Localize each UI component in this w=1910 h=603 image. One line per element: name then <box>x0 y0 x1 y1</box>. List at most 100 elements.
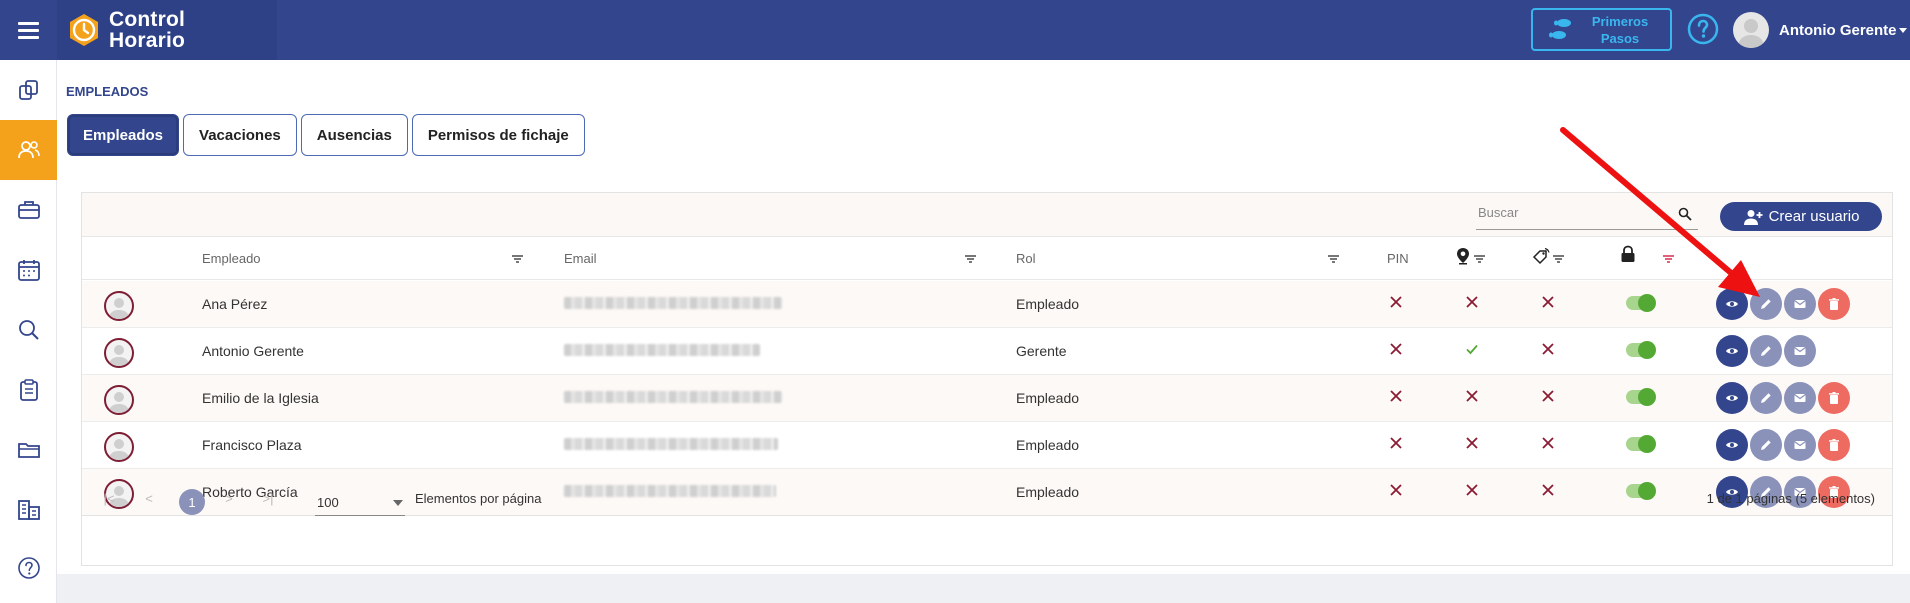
view-button[interactable] <box>1716 382 1748 414</box>
pencil-icon <box>1761 440 1771 450</box>
sidebar-item-company[interactable] <box>0 480 57 540</box>
hamburger-line <box>18 21 39 25</box>
table-row: Ana Pérez Empleado <box>82 281 1892 328</box>
clipboard-icon <box>19 379 38 401</box>
last-page-button[interactable]: >| <box>258 491 278 511</box>
sidebar-item-employees[interactable] <box>0 120 57 180</box>
sidebar-item-reports[interactable] <box>0 360 57 420</box>
first-steps-line-1: Primeros <box>1591 13 1649 29</box>
filter-icon[interactable] <box>1553 255 1564 264</box>
delete-button[interactable] <box>1818 429 1850 461</box>
edit-button[interactable] <box>1750 429 1782 461</box>
hamburger-line <box>18 35 39 39</box>
avatar <box>1733 12 1769 48</box>
email-button[interactable] <box>1784 382 1816 414</box>
active-toggle[interactable] <box>1626 294 1656 312</box>
delete-button[interactable] <box>1818 382 1850 414</box>
first-page-button[interactable]: |< <box>99 491 119 511</box>
user-name: Antonio Gerente <box>1779 21 1897 39</box>
filter-icon[interactable] <box>512 255 523 264</box>
tab-bar: Empleados Vacaciones Ausencias Permisos … <box>67 114 585 156</box>
cross-icon <box>1390 390 1402 402</box>
view-button[interactable] <box>1716 429 1748 461</box>
cross-icon <box>1542 343 1554 355</box>
avatar <box>104 291 134 321</box>
filter-icon[interactable] <box>1663 255 1674 264</box>
top-bar: Control Horario Primeros Pasos Antonio G… <box>0 0 1910 60</box>
tab-vacaciones[interactable]: Vacaciones <box>183 114 297 156</box>
brand-name: Control Horario <box>109 9 185 51</box>
avatar <box>104 432 134 462</box>
user-silhouette-icon <box>109 392 129 413</box>
table-header: Empleado Email Rol PIN <box>82 237 1892 280</box>
create-user-button[interactable]: Crear usuario <box>1720 202 1882 231</box>
users-icon <box>17 141 40 159</box>
sidebar-item-help[interactable] <box>0 538 57 598</box>
user-silhouette-icon <box>109 298 129 319</box>
eye-icon <box>1726 395 1738 401</box>
first-steps-line-2: Pasos <box>1600 30 1640 46</box>
edit-button[interactable] <box>1750 382 1782 414</box>
lock-icon <box>1621 245 1635 262</box>
delete-button[interactable] <box>1818 288 1850 320</box>
sidebar-item-calendar[interactable] <box>0 240 57 300</box>
sidebar-item-search[interactable] <box>0 300 57 360</box>
nfc-tag-icon <box>1532 247 1550 265</box>
sidebar-item-projects[interactable] <box>0 180 57 240</box>
user-silhouette-icon <box>1738 19 1764 48</box>
previous-page-button[interactable]: < <box>139 491 159 511</box>
next-page-button[interactable]: > <box>219 491 239 511</box>
edit-button[interactable] <box>1750 288 1782 320</box>
view-button[interactable] <box>1716 335 1748 367</box>
current-page-button[interactable]: 1 <box>179 489 205 515</box>
eye-icon <box>1726 348 1738 354</box>
email-redacted <box>564 344 760 356</box>
search-icon[interactable] <box>1678 207 1692 221</box>
user-silhouette-icon <box>109 439 129 460</box>
view-button[interactable] <box>1716 288 1748 320</box>
employee-role: Empleado <box>1016 296 1080 312</box>
cross-icon <box>1390 437 1402 449</box>
column-header-email: Email <box>564 251 597 266</box>
sidebar-item-dashboard[interactable] <box>0 60 57 120</box>
pagination-summary: 1 de 1 páginas (5 elementos) <box>1706 491 1875 506</box>
envelope-icon <box>1794 441 1806 449</box>
sidebar-item-documents[interactable] <box>0 420 57 480</box>
page-size-value: 100 <box>317 495 339 510</box>
active-toggle[interactable] <box>1626 388 1656 406</box>
help-icon[interactable] <box>1687 13 1719 45</box>
employee-name: Ana Pérez <box>202 296 268 312</box>
edit-button[interactable] <box>1750 335 1782 367</box>
user-menu[interactable]: Antonio Gerente <box>1733 11 1907 49</box>
tab-ausencias[interactable]: Ausencias <box>300 114 408 156</box>
first-steps-label: Primeros Pasos <box>1585 13 1655 47</box>
first-steps-button[interactable]: Primeros Pasos <box>1531 8 1672 51</box>
trash-icon <box>1829 392 1839 404</box>
briefcase-icon <box>17 201 40 219</box>
menu-toggle-button[interactable] <box>0 0 57 60</box>
create-user-label: Crear usuario <box>1768 208 1860 225</box>
brand[interactable]: Control Horario <box>57 0 277 60</box>
tab-permisos-fichaje[interactable]: Permisos de fichaje <box>411 114 585 156</box>
employee-name: Emilio de la Iglesia <box>202 390 319 406</box>
email-redacted <box>564 297 782 309</box>
user-silhouette-icon <box>109 345 129 366</box>
email-button[interactable] <box>1784 335 1816 367</box>
email-button[interactable] <box>1784 288 1816 320</box>
tab-empleados[interactable]: Empleados <box>67 114 180 156</box>
search-input[interactable]: Buscar <box>1476 201 1698 230</box>
pagination: |< < 1 > >| 100 Elementos por página 1 d… <box>82 474 1892 529</box>
folder-icon <box>17 443 40 458</box>
active-toggle[interactable] <box>1626 435 1656 453</box>
page-size-select[interactable]: 100 <box>315 486 405 516</box>
email-button[interactable] <box>1784 429 1816 461</box>
filter-icon[interactable] <box>1328 255 1339 264</box>
employee-role: Gerente <box>1016 343 1067 359</box>
table-row: Francisco Plaza Empleado <box>82 422 1892 469</box>
column-header-pin: PIN <box>1387 251 1409 266</box>
filter-icon[interactable] <box>965 255 976 264</box>
filter-icon[interactable] <box>1474 255 1485 264</box>
active-toggle[interactable] <box>1626 341 1656 359</box>
brand-line-2: Horario <box>109 29 186 52</box>
copy-icon <box>18 80 38 100</box>
